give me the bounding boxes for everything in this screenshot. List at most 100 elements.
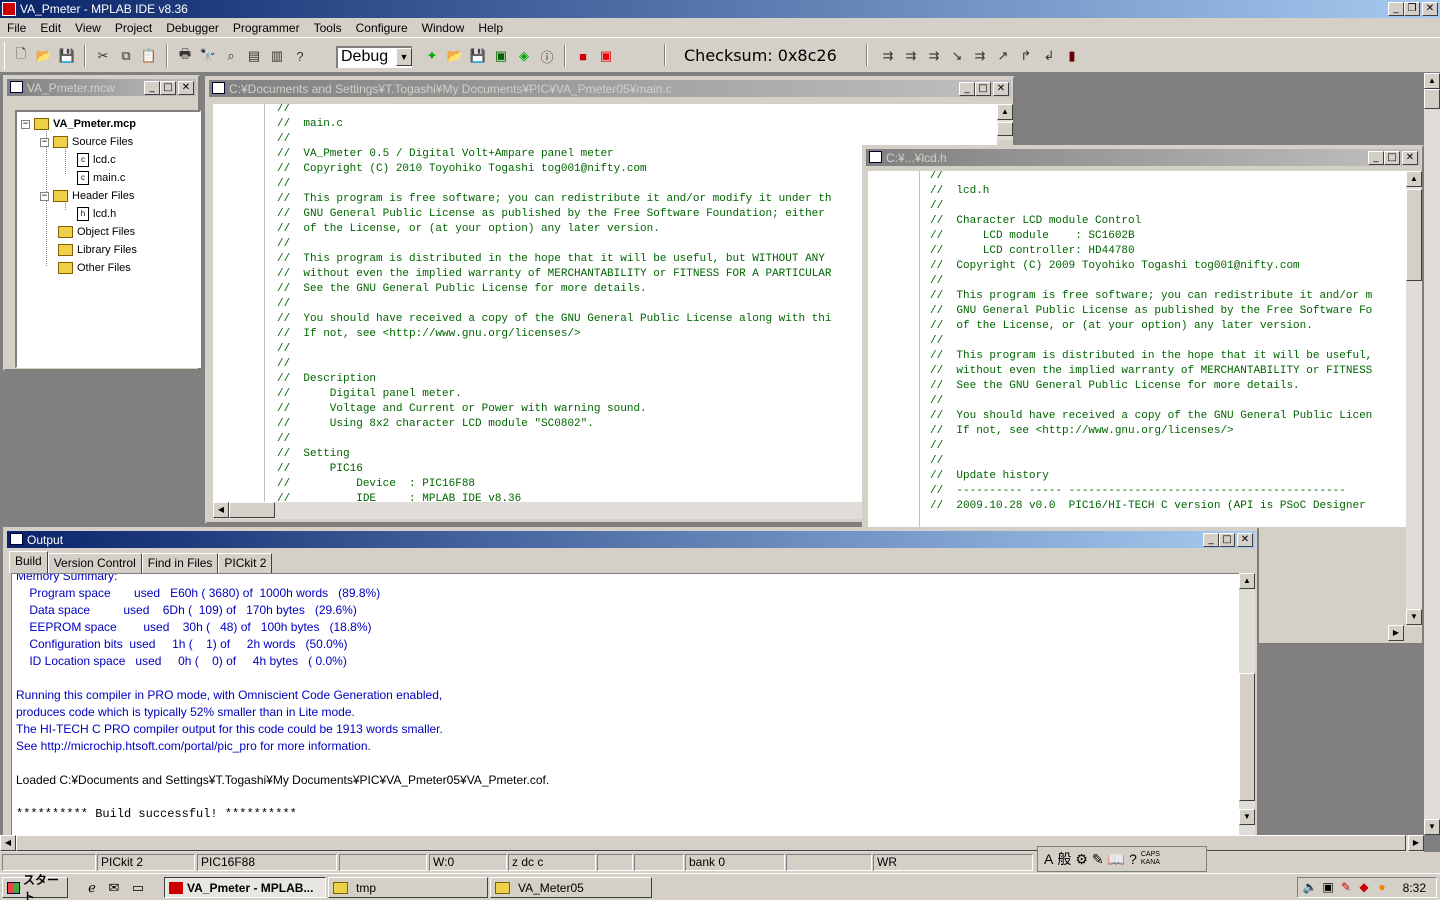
tree-item-project[interactable]: − VA_Pmeter.mcp <box>21 115 136 133</box>
open-icon[interactable]: 📂 <box>34 46 54 66</box>
output-title-bar[interactable]: Output _ □ ✕ <box>7 531 1255 548</box>
pen-icon[interactable]: ✎ <box>1338 880 1354 896</box>
target-power-icon[interactable]: ▮ <box>1062 46 1082 66</box>
editor-gutter[interactable] <box>868 171 920 527</box>
minimize-button[interactable]: _ <box>144 81 160 95</box>
ime-kana[interactable]: 般 <box>1057 849 1071 869</box>
collapse-icon[interactable]: − <box>40 191 49 201</box>
collapse-icon[interactable]: − <box>40 137 49 147</box>
code-text[interactable]: // // lcd.h // // Character LCD module Cont… <box>930 171 1372 514</box>
ime-tool-icon[interactable]: ⚙ <box>1075 851 1088 868</box>
task-mplab[interactable]: VA_Pmeter - MPLAB... <box>164 877 326 898</box>
close-button[interactable]: ✕ <box>1402 151 1418 165</box>
scroll-left-icon[interactable]: ◀ <box>213 502 229 518</box>
scroll-up-icon[interactable]: ▲ <box>1239 573 1255 589</box>
run-icon[interactable]: ⇉ <box>878 46 898 66</box>
build-icon[interactable]: ▣ <box>491 46 511 66</box>
menu-file[interactable]: File <box>0 21 33 35</box>
menu-help[interactable]: Help <box>471 21 510 35</box>
paste-icon[interactable]: 📋 <box>139 46 159 66</box>
scroll-up-icon[interactable]: ▲ <box>1424 73 1440 89</box>
tree-item-library-files[interactable]: Library Files <box>58 241 137 259</box>
step-into-icon[interactable]: ↘ <box>947 46 967 66</box>
scroll-down-icon[interactable]: ▼ <box>1239 809 1255 825</box>
save-project-icon[interactable]: 💾 <box>468 46 488 66</box>
minimize-button[interactable]: _ <box>1368 151 1384 165</box>
scroll-right-icon[interactable]: ▶ <box>1388 625 1404 641</box>
volume-icon[interactable]: 🔈 <box>1302 880 1318 896</box>
scroll-thumb[interactable] <box>997 122 1013 136</box>
scroll-down-icon[interactable]: ▼ <box>1406 609 1422 625</box>
close-button[interactable]: ✕ <box>993 82 1009 96</box>
project-window-title-bar[interactable]: VA_Pmeter.mcw _ □ ✕ <box>7 79 196 96</box>
code-text[interactable]: // // main.c // // VA_Pmeter 0.5 / Digital … <box>277 104 832 502</box>
reset-icon[interactable]: ↱ <box>1016 46 1036 66</box>
close-button[interactable]: ✕ <box>178 81 194 95</box>
build-config-select[interactable]: Debug ▼ <box>336 46 412 68</box>
save-icon[interactable]: 💾 <box>57 46 77 66</box>
make-icon[interactable]: ◈ <box>514 46 534 66</box>
project-window[interactable]: VA_Pmeter.mcw _ □ ✕ − VA_Pmeter.mcp − So… <box>3 75 201 371</box>
ime-help-icon[interactable]: ? <box>1129 851 1137 867</box>
ime-dictionary-icon[interactable]: 📖 <box>1108 851 1125 868</box>
close-button[interactable]: ✕ <box>1422 2 1438 16</box>
print-icon[interactable]: 🖶 <box>175 46 195 66</box>
tab-find-in-files[interactable]: Find in Files <box>141 553 219 573</box>
close-button[interactable]: ✕ <box>1237 533 1253 547</box>
tree-item-lcd-c[interactable]: c lcd.c <box>77 151 116 169</box>
horizontal-scrollbar[interactable]: ◀ <box>213 502 863 519</box>
info-icon[interactable]: ⓘ <box>537 46 557 66</box>
read-device-icon[interactable]: ■ <box>573 46 593 66</box>
tab-version-control[interactable]: Version Control <box>47 553 142 573</box>
scroll-thumb[interactable] <box>1239 673 1255 801</box>
step-out-icon[interactable]: ↗ <box>993 46 1013 66</box>
new-file-icon[interactable]: 🗋 <box>11 46 31 66</box>
step-over-icon[interactable]: ⇉ <box>970 46 990 66</box>
halt-icon[interactable]: ⇉ <box>901 46 921 66</box>
security-icon[interactable]: ● <box>1374 880 1390 896</box>
tree-item-source-files[interactable]: − Source Files <box>40 133 133 151</box>
chevron-down-icon[interactable]: ▼ <box>396 48 412 66</box>
help-icon[interactable]: ? <box>290 46 310 66</box>
ime-mode[interactable]: A <box>1044 851 1053 867</box>
code-editor[interactable]: // // lcd.h // // Character LCD module Cont… <box>868 171 1406 527</box>
tab-build[interactable]: Build <box>9 551 48 573</box>
maximize-button[interactable]: □ <box>1384 151 1400 165</box>
network-icon[interactable]: ▣ <box>1320 880 1336 896</box>
outlook-icon[interactable]: ✉ <box>106 880 122 896</box>
menu-debugger[interactable]: Debugger <box>159 21 226 35</box>
minimize-button[interactable]: _ <box>1203 533 1219 547</box>
scroll-down-icon[interactable]: ▼ <box>1424 819 1440 835</box>
scroll-up-icon[interactable]: ▲ <box>997 104 1013 120</box>
tree-item-other-files[interactable]: Other Files <box>58 259 131 277</box>
maximize-button[interactable]: □ <box>975 82 991 96</box>
collapse-icon[interactable]: − <box>21 119 30 129</box>
minimize-button[interactable]: _ <box>1388 2 1404 16</box>
output-icon[interactable]: ▥ <box>267 46 287 66</box>
editor-title-bar[interactable]: C:¥Documents and Settings¥T.Togashi¥My D… <box>209 80 1011 97</box>
scroll-left-icon[interactable]: ◀ <box>0 835 16 851</box>
cut-icon[interactable]: ✂ <box>93 46 113 66</box>
tray-app-icon[interactable]: ◆ <box>1356 880 1372 896</box>
find-in-files-icon[interactable]: ⌕ <box>221 46 241 66</box>
workspace-vertical-scrollbar[interactable]: ▲ ▼ <box>1424 73 1440 835</box>
menu-view[interactable]: View <box>68 21 108 35</box>
maximize-button[interactable]: □ <box>1219 533 1235 547</box>
menu-tools[interactable]: Tools <box>307 21 349 35</box>
menu-project[interactable]: Project <box>108 21 159 35</box>
ie-icon[interactable]: ℯ <box>84 880 100 896</box>
scroll-thumb[interactable] <box>1424 89 1440 109</box>
scroll-thumb[interactable] <box>229 502 275 518</box>
maximize-button[interactable]: □ <box>160 81 176 95</box>
scroll-right-icon[interactable]: ▶ <box>1408 835 1424 851</box>
tree-item-header-files[interactable]: − Header Files <box>40 187 134 205</box>
task-tmp[interactable]: tmp <box>328 877 488 898</box>
show-desktop-icon[interactable]: ▭ <box>130 880 146 896</box>
start-button[interactable]: スタート <box>2 873 68 900</box>
task-va-meter05[interactable]: VA_Meter05 <box>490 877 652 898</box>
tree-item-object-files[interactable]: Object Files <box>58 223 135 241</box>
new-project-icon[interactable]: ✦ <box>422 46 442 66</box>
ime-pad-icon[interactable]: ✎ <box>1092 851 1104 868</box>
animate-icon[interactable]: ⇉ <box>924 46 944 66</box>
workspace-icon[interactable]: ▤ <box>244 46 264 66</box>
